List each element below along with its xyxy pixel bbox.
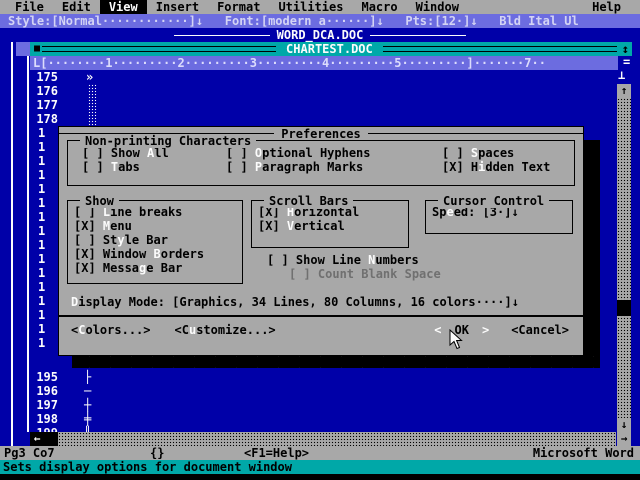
line-numbers-behind-dialog: 1 1 1 1 1 1 1 1 1 1 1 1 1 1 1 1: [38, 126, 45, 350]
checkbox-show-all[interactable]: [ ] Show All: [82, 146, 226, 160]
word-dos-screen: File Edit View Insert Format Utilities M…: [0, 0, 640, 480]
ruler-end-mark: =: [623, 55, 630, 69]
doc-window-titlebar: ■ CHARTEST.DOC ↕: [30, 42, 632, 56]
ruler[interactable]: L[········1·········2·········3·········…: [30, 56, 618, 70]
dialog-shadow-bottom: [72, 356, 600, 368]
checkbox-show-line-numbers[interactable]: [ ] Show Line Numbers: [267, 253, 419, 267]
group-non-printing-characters: Non-printing Characters [ ] Show All [ ]…: [67, 140, 575, 186]
mouse-cursor: [449, 329, 463, 350]
checkbox-count-blank-space: [ ] Count Blank Space: [289, 267, 441, 281]
menu-utilities[interactable]: Utilities: [269, 0, 352, 14]
doc-window-left-border: [27, 56, 29, 432]
display-mode-field[interactable]: Display Mode: [Graphics, 34 Lines, 80 Co…: [71, 295, 519, 309]
paragraph-mark: »: [86, 70, 93, 84]
checkbox-hidden-text[interactable]: [X] Hidden Text: [442, 160, 574, 174]
checkbox-tabs[interactable]: [ ] Tabs: [82, 160, 226, 174]
checkbox-style-bar[interactable]: [ ] Style Bar: [74, 233, 242, 247]
dialog-title-line: [368, 133, 583, 134]
message-bar: Sets display options for document window: [0, 460, 640, 474]
page-column-indicator: Pg3 Co7: [4, 446, 55, 460]
checkbox-optional-hyphens[interactable]: [ ] Optional Hyphens: [226, 146, 442, 160]
vertical-scrollbar-thumb[interactable]: [617, 300, 631, 316]
title-dash-right: [370, 35, 466, 36]
chart-line-glyphs: ├ ─ ┼ ╪ ║: [84, 370, 91, 440]
group-title: Cursor Control: [438, 194, 549, 208]
status-bar: Pg3 Co7 {} <F1=Help> Microsoft Word: [0, 446, 640, 460]
outer-window-title: WORD_DCA.DOC: [277, 28, 364, 42]
checkbox-spaces[interactable]: [ ] Spaces: [442, 146, 574, 160]
checkbox-message-bar[interactable]: [X] Message Bar: [74, 261, 242, 275]
doc-window-title[interactable]: CHARTEST.DOC: [278, 42, 381, 56]
group-title: Non-printing Characters: [80, 134, 256, 148]
menu-help[interactable]: Help: [583, 0, 630, 14]
preferences-dialog: Preferences Non-printing Characters [ ] …: [58, 126, 584, 356]
scrollbar-top-tick: ⊥: [618, 68, 625, 82]
group-cursor-control: Cursor Control Speed: [3·]↓: [425, 200, 573, 234]
menu-format[interactable]: Format: [208, 0, 269, 14]
menu-edit[interactable]: Edit: [53, 0, 100, 14]
line-numbers-bottom: 195 196 197 198 199: [30, 370, 58, 440]
scroll-up-button[interactable]: ↑: [617, 84, 631, 98]
titlebar-double-line: [42, 46, 276, 52]
hidden-text-hatch: [88, 84, 97, 126]
bottom-black-strip: [0, 474, 640, 480]
menu-view[interactable]: View: [100, 0, 147, 14]
style-braces: {}: [150, 446, 164, 460]
group-scroll-bars: Scroll Bars [X] Horizontal [X] Vertical: [251, 200, 409, 248]
menu-insert[interactable]: Insert: [147, 0, 208, 14]
cancel-button[interactable]: <Cancel>: [511, 323, 569, 337]
window-corner-block: [16, 42, 30, 56]
horizontal-scrollbar-thumb[interactable]: [44, 432, 58, 446]
group-title: Scroll Bars: [264, 194, 353, 208]
outer-window-left-border: [11, 42, 13, 452]
scroll-left-button[interactable]: ←: [30, 432, 44, 446]
menu-bar: File Edit View Insert Format Utilities M…: [0, 0, 640, 14]
dialog-shadow-right: [584, 140, 600, 356]
outer-window-titlebar: WORD_DCA.DOC: [0, 28, 640, 42]
menu-window[interactable]: Window: [407, 0, 468, 14]
dialog-title: Preferences: [274, 127, 367, 141]
format-ribbon[interactable]: Style:[Normal············]↓ Font:[modern…: [0, 14, 640, 28]
group-show: Show [ ] Line breaks [X] Menu [ ] Style …: [67, 200, 243, 284]
titlebar-double-line: [383, 46, 617, 52]
horizontal-scrollbar-track[interactable]: [58, 432, 616, 446]
dialog-button-row: <Colors...> <Customize...> <OK> <Cancel>: [59, 323, 583, 337]
title-dash-left: [174, 35, 270, 36]
dialog-divider: [59, 315, 583, 317]
vertical-scrollbar-track[interactable]: [617, 98, 631, 418]
group-title: Show: [80, 194, 119, 208]
scroll-down-button[interactable]: ↓: [617, 418, 631, 432]
scroll-right-button[interactable]: →: [617, 432, 631, 446]
checkbox-vertical[interactable]: [X] Vertical: [258, 219, 408, 233]
colors-button[interactable]: <Colors...>: [71, 323, 151, 337]
app-name: Microsoft Word: [533, 446, 634, 460]
line-numbers-top: 175 176 177 178: [30, 70, 58, 126]
checkbox-window-borders[interactable]: [X] Window Borders: [74, 247, 242, 261]
close-box-icon[interactable]: ■: [34, 42, 40, 56]
menu-macro[interactable]: Macro: [352, 0, 406, 14]
resize-icon[interactable]: ↕: [622, 42, 629, 56]
menu-file[interactable]: File: [6, 0, 53, 14]
customize-button[interactable]: <Customize...>: [175, 323, 276, 337]
checkbox-menu[interactable]: [X] Menu: [74, 219, 242, 233]
checkbox-paragraph-marks[interactable]: [ ] Paragraph Marks: [226, 160, 442, 174]
help-hint[interactable]: <F1=Help>: [244, 446, 309, 460]
